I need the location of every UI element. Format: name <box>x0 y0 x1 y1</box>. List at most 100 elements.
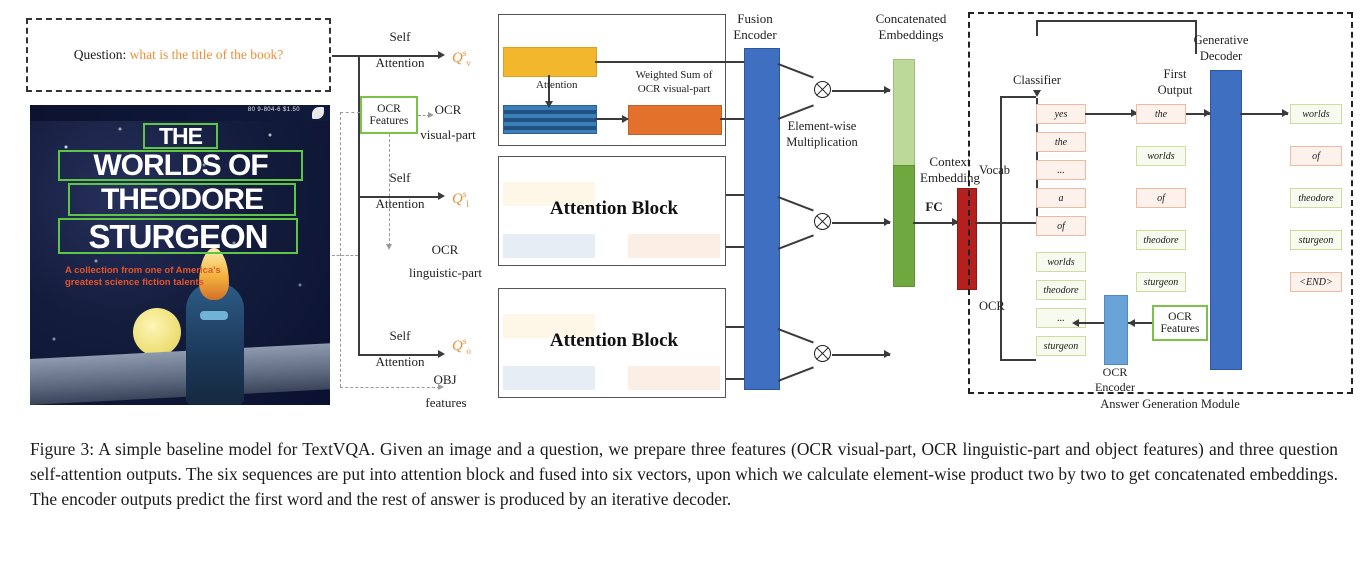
fusion-out-3b <box>777 366 814 382</box>
fusion-out-1a <box>777 63 814 79</box>
decoder-out-arrow-icon <box>1282 109 1289 117</box>
fusion-out-2a <box>777 196 814 212</box>
question-value: what is the title of the book? <box>129 47 284 62</box>
ocr-linguistic-part-line1: OCR <box>431 242 459 257</box>
vocab-item-1: the <box>1036 132 1086 152</box>
q-symbol-object: Qso <box>452 336 471 356</box>
fc-label: FC <box>925 199 943 214</box>
fusion-encoder-line2: Encoder <box>733 27 777 42</box>
self-attention-3-line1: Self <box>389 328 411 343</box>
question-vector-yellow <box>503 47 597 77</box>
ocr-features-box-right: OCR Features <box>1152 305 1208 341</box>
vocab-bracket-bottom <box>1000 359 1036 361</box>
panel2-out-line-2 <box>726 246 746 248</box>
first-output-line2: Output <box>1157 83 1193 97</box>
q-sub-1: v <box>466 58 471 68</box>
elementwise-gate-3-icon <box>814 345 831 362</box>
ghost-orange-3 <box>628 366 720 390</box>
gate2-arrow-icon <box>884 218 891 226</box>
concatenated-line2: Embeddings <box>878 27 944 42</box>
first-output-item-3: theodore <box>1136 230 1186 250</box>
attention-inner-label: Attention <box>536 79 578 91</box>
self-attention-3-line2: Attention <box>375 354 425 369</box>
q-symbol-linguistic: Qsl <box>452 189 469 209</box>
ghost-blue-3 <box>503 366 595 390</box>
yellow-out-line <box>595 61 746 63</box>
ocr-features-right-line2: Features <box>1160 323 1200 335</box>
q-base-3: Q <box>452 338 463 354</box>
question-label: Question: <box>73 47 127 62</box>
gate1-arrow-icon <box>884 86 891 94</box>
blue-to-orange-arrow-icon <box>622 115 629 123</box>
answer-generation-module-label: Answer Generation Module <box>1100 397 1240 411</box>
first-output-item-0: the <box>1136 104 1186 124</box>
generative-decoder-line2: Decoder <box>1199 49 1243 63</box>
generative-decoder-line1: Generative <box>1193 33 1249 47</box>
obj-features-line1: OBJ <box>433 372 457 387</box>
cover-isbn-text: 80 9-804-6 $1.50 <box>247 107 300 113</box>
question-text: Question: what is the title of the book? <box>74 47 284 63</box>
panel3-out-line-1 <box>726 326 746 328</box>
q-sup-1: s <box>462 48 467 58</box>
ocr-item-1: theodore <box>1036 280 1086 300</box>
vocab-item-3: a <box>1036 188 1086 208</box>
ghost-orange-2 <box>628 234 720 258</box>
weighted-sum-orange <box>628 105 722 135</box>
first-output-line1: First <box>1163 67 1187 81</box>
decoder-out-line <box>1240 113 1288 115</box>
self-attention-2-line1: Self <box>389 170 411 185</box>
image-top-dashed <box>340 112 360 113</box>
ocr-encoder-line2: Encoder <box>1095 380 1135 394</box>
self-attention-1-line1: Self <box>389 29 411 44</box>
elementwise-label-line1: Element-wise <box>787 119 857 133</box>
figure-diagram: Question: what is the title of the book?… <box>0 0 1366 420</box>
gate2-to-concat <box>832 222 890 224</box>
weighted-sum-label-line2: OCR visual-part <box>637 83 711 95</box>
concatenated-line1: Concatenated <box>875 11 947 26</box>
obj-features-line2: features <box>425 395 467 410</box>
cover-subtitle-text: A collection from one of America's great… <box>65 265 221 288</box>
vocab-item-4: of <box>1036 216 1086 236</box>
decoder-output-item-4: <END> <box>1290 272 1342 292</box>
book-cover-image: 80 9-804-6 $1.50 THE WORLDS OF THEODORE … <box>30 105 330 405</box>
attention-block-label-2: Attention Block <box>549 198 679 219</box>
obj-dashed-out <box>340 387 440 388</box>
ghost-blue-2 <box>503 234 595 258</box>
weighted-sum-label-line1: Weighted Sum of <box>635 69 713 81</box>
first-output-item-2: of <box>1136 188 1186 208</box>
ocrfeat-to-encoder-arrow-icon <box>1128 319 1135 327</box>
decoder-output-item-0: worlds <box>1290 104 1342 124</box>
ocr-ling-arrow-icon <box>386 244 392 250</box>
fusion-out-2b <box>777 234 814 250</box>
vocab-item-0: yes <box>1036 104 1086 124</box>
self-attention-2-line2: Attention <box>375 196 425 211</box>
classifier-feed-top <box>1036 20 1038 36</box>
ocr-encoder-bar <box>1104 295 1128 365</box>
fusion-encoder-line1: Fusion <box>737 11 773 26</box>
first-output-item-4: sturgeon <box>1136 272 1186 292</box>
cover-title-line-3: THEODORE <box>68 183 296 216</box>
vocab-bracket-top <box>1000 96 1036 98</box>
moon-icon <box>133 308 181 356</box>
q-sub-3: o <box>466 346 471 356</box>
elementwise-gate-1-icon <box>814 81 831 98</box>
image-trunk-dashed <box>340 112 341 387</box>
self-attention-1-line2: Attention <box>375 55 425 70</box>
attention-down-arrow-icon <box>545 101 553 108</box>
panel2-out-line-1 <box>726 194 746 196</box>
ocr-label: OCR <box>979 299 1005 313</box>
attention-block-label-3: Attention Block <box>549 330 679 351</box>
decoder-output-item-1: of <box>1290 146 1342 166</box>
figure-visor <box>200 311 228 320</box>
ocr-linguistic-part-line2: linguistic-part <box>409 265 482 280</box>
q-symbol-visual: Qsv <box>452 48 471 68</box>
classifier-to-output-line <box>1085 113 1137 115</box>
ocr-item-3: sturgeon <box>1036 336 1086 356</box>
decoder-output-item-2: theodore <box>1290 188 1342 208</box>
ocr-encoder-line1: OCR <box>1102 365 1128 379</box>
vocab-label: Vocab <box>979 163 1011 177</box>
gate3-arrow-icon <box>884 350 891 358</box>
vocab-item-2: ... <box>1036 160 1086 180</box>
encoder-to-ocrlist-arrow-icon <box>1072 319 1079 327</box>
q-sup-2: s <box>462 189 467 199</box>
